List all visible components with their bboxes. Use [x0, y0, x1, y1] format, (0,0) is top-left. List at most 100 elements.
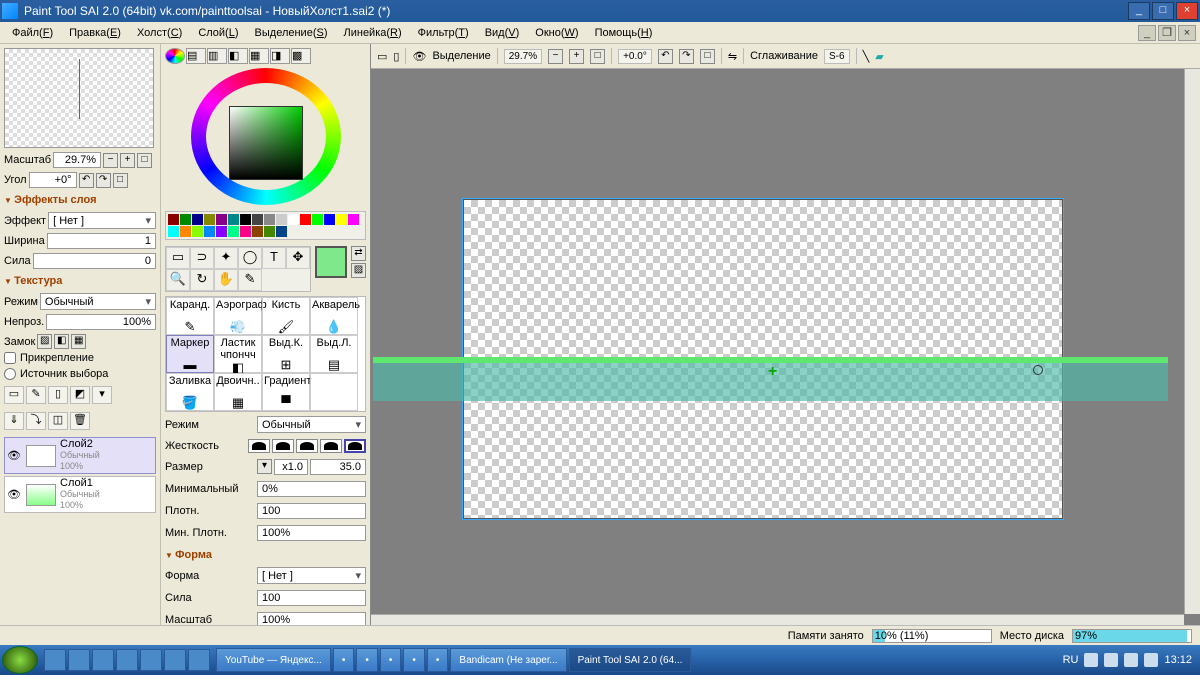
color-swatch-mode[interactable]: ▦: [249, 48, 269, 64]
new-layer-button[interactable]: ▭: [4, 386, 24, 404]
menu-выделение[interactable]: Выделение(S): [247, 25, 336, 41]
color-wheel[interactable]: [191, 68, 341, 205]
toolbar-rot-cw[interactable]: ↷: [679, 49, 694, 64]
foreground-color[interactable]: [315, 246, 347, 278]
perspective-icon[interactable]: ▰: [875, 50, 883, 63]
delete-layer-button[interactable]: 🗑: [70, 412, 90, 430]
task-7[interactable]: Paint Tool SAI 2.0 (64...: [569, 648, 692, 672]
swatch[interactable]: [324, 214, 335, 225]
shape-header[interactable]: Форма: [165, 545, 366, 563]
new-folder-button[interactable]: ▯: [48, 386, 68, 404]
menu-файл[interactable]: Файл(F): [4, 25, 61, 41]
flip-h-icon[interactable]: ▭: [377, 50, 387, 63]
ql-1[interactable]: [44, 649, 66, 671]
angle-value[interactable]: +0°: [29, 172, 77, 188]
flip-v-icon[interactable]: ▯: [393, 50, 399, 63]
swatch[interactable]: [240, 214, 251, 225]
swatch[interactable]: [252, 226, 263, 237]
vertical-scrollbar[interactable]: [1184, 69, 1200, 614]
hardness-picker[interactable]: [248, 439, 366, 453]
start-button[interactable]: [2, 646, 38, 674]
smoothing-value[interactable]: S-6: [824, 49, 850, 64]
mdi-restore[interactable]: ❐: [1158, 25, 1176, 41]
clear-layer-button[interactable]: ◫: [48, 412, 68, 430]
layer-0[interactable]: 👁Слой2Обычный100%: [4, 437, 156, 474]
language-indicator[interactable]: RU: [1063, 654, 1079, 666]
tray-icon-1[interactable]: [1084, 653, 1098, 667]
menu-холст[interactable]: Холст(C): [129, 25, 190, 41]
ql-7[interactable]: [188, 649, 210, 671]
close-button[interactable]: ×: [1176, 2, 1198, 20]
magic-wand-tool[interactable]: ✦: [214, 247, 238, 269]
brush-5[interactable]: Ластик чпончч◧: [214, 335, 262, 373]
visibility-icon[interactable]: 👁: [6, 488, 22, 501]
size-value[interactable]: 35.0: [310, 459, 366, 475]
min-size-value[interactable]: 0%: [257, 481, 366, 497]
swatch[interactable]: [228, 226, 239, 237]
new-linework-button[interactable]: ✎: [26, 386, 46, 404]
menu-фильтр[interactable]: Фильтр(T): [410, 25, 477, 41]
task-6[interactable]: Bandicam (Не зарег...: [450, 648, 566, 672]
swatch[interactable]: [192, 226, 203, 237]
transparent-toggle[interactable]: ▨: [351, 263, 366, 278]
swap-colors-button[interactable]: ⇄: [351, 246, 366, 261]
brush-6[interactable]: Выд.К.⊞: [262, 335, 310, 373]
shape-tool[interactable]: ◯: [238, 247, 262, 269]
rotate-reset-button[interactable]: □: [113, 173, 128, 188]
toolbar-zoom-out[interactable]: −: [548, 49, 563, 64]
toolbar-zoom[interactable]: 29.7%: [504, 49, 542, 64]
swatch[interactable]: [240, 226, 251, 237]
swatch[interactable]: [252, 214, 263, 225]
mdi-minimize[interactable]: _: [1138, 25, 1156, 41]
move-tool[interactable]: ✥: [286, 247, 310, 269]
rotate-cw-button[interactable]: ↷: [96, 173, 111, 188]
swatch[interactable]: [300, 214, 311, 225]
menu-вид[interactable]: Вид(V): [477, 25, 528, 41]
shape-dropdown[interactable]: [ Нет ]: [257, 567, 366, 584]
text-tool[interactable]: T: [262, 247, 286, 269]
swatch[interactable]: [276, 226, 287, 237]
swatch[interactable]: [288, 214, 299, 225]
zoom-reset-button[interactable]: □: [137, 153, 152, 168]
layer-options-button[interactable]: ▾: [92, 386, 112, 404]
swatch[interactable]: [180, 214, 191, 225]
brush-mode-dropdown[interactable]: Обычный: [257, 416, 366, 433]
ql-5[interactable]: [140, 649, 162, 671]
zoom-tool[interactable]: 🔍: [166, 269, 190, 291]
menu-помощь[interactable]: Помощь(H): [587, 25, 661, 41]
ql-3[interactable]: [92, 649, 114, 671]
color-rgb-mode[interactable]: ▤: [186, 48, 206, 64]
brush-4[interactable]: Маркер▬: [166, 335, 214, 373]
rect-select-tool[interactable]: ▭: [166, 247, 190, 269]
stroke-handle[interactable]: [1033, 365, 1043, 375]
swatch[interactable]: [204, 214, 215, 225]
tray-icon-2[interactable]: [1104, 653, 1118, 667]
swatch[interactable]: [228, 214, 239, 225]
selection-source-checkbox[interactable]: Источник выбора: [4, 368, 156, 380]
opacity-value[interactable]: 100%: [46, 314, 156, 330]
effect-dropdown[interactable]: [ Нет ]: [48, 212, 156, 229]
menu-линейка[interactable]: Линейка(R): [336, 25, 410, 41]
min-density-value[interactable]: 100%: [257, 525, 366, 541]
minimize-button[interactable]: _: [1128, 2, 1150, 20]
lock-all-button[interactable]: ▦: [71, 334, 86, 349]
transfer-down-button[interactable]: ⤵: [26, 412, 46, 430]
brush-2[interactable]: Кисть🖌: [262, 297, 310, 335]
toolbar-angle[interactable]: +0.0°: [618, 49, 652, 64]
swatch[interactable]: [216, 226, 227, 237]
swatch[interactable]: [192, 214, 203, 225]
hand-tool[interactable]: ✋: [214, 269, 238, 291]
brush-7[interactable]: Выд.Л.▤: [310, 335, 358, 373]
layer-1[interactable]: 👁Слой1Обычный100%: [4, 476, 156, 513]
swatch[interactable]: [180, 226, 191, 237]
viewport[interactable]: +: [373, 69, 1184, 614]
ql-6[interactable]: [164, 649, 186, 671]
scale-value[interactable]: 29.7%: [53, 152, 101, 168]
ql-4[interactable]: [116, 649, 138, 671]
ql-2[interactable]: [68, 649, 90, 671]
mdi-close[interactable]: ×: [1178, 25, 1196, 41]
color-wheel-mode[interactable]: [165, 48, 185, 64]
swatch[interactable]: [168, 214, 179, 225]
task-0[interactable]: YouTube — Яндекс...: [216, 648, 331, 672]
layer-fx-header[interactable]: Эффекты слоя: [4, 190, 156, 208]
